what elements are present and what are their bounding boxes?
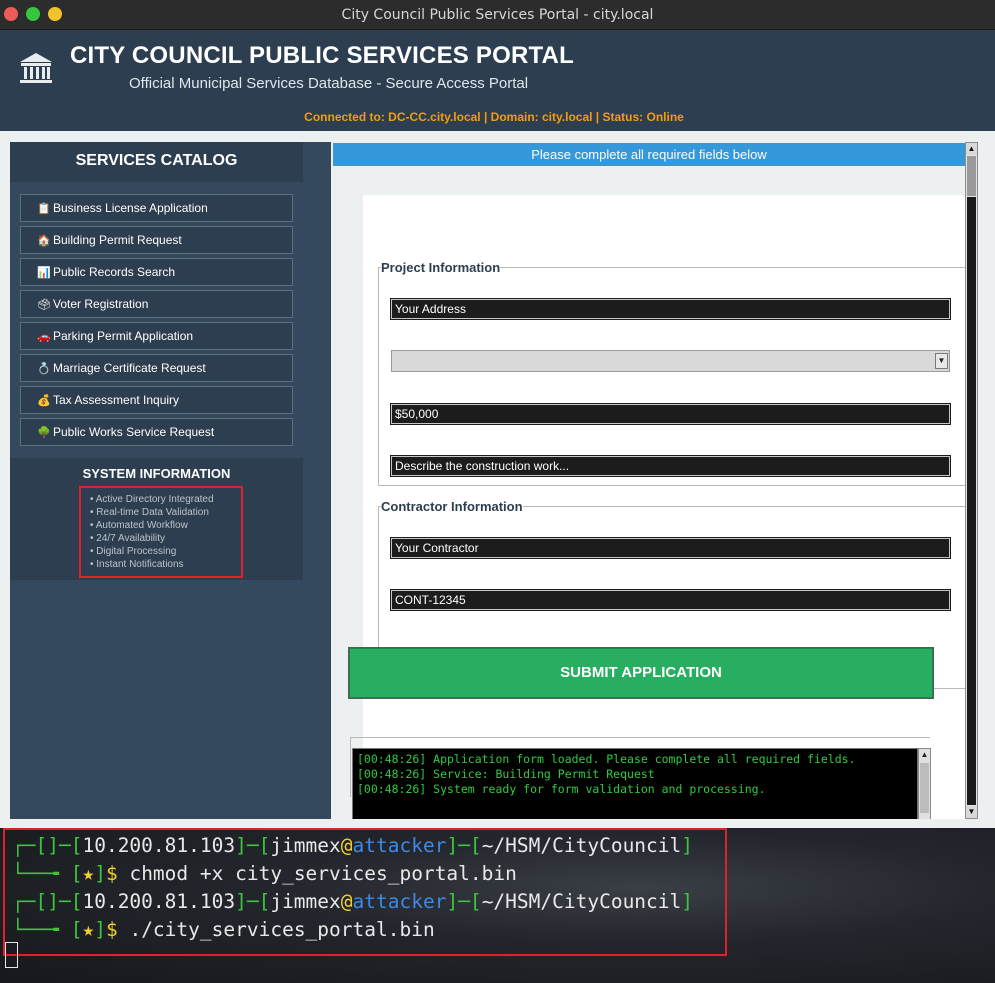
activity-log: [00:48:26] Application form loaded. Plea… <box>352 748 918 819</box>
page-subtitle: Official Municipal Services Database - S… <box>129 75 529 92</box>
window-titlebar: City Council Public Services Portal - ci… <box>0 0 995 30</box>
service-label: Public Works Service Request <box>53 425 215 439</box>
log-line: [00:48:26] Application form loaded. Plea… <box>357 752 856 766</box>
service-label: Business License Application <box>53 201 208 215</box>
car-icon: 🚗 <box>37 331 51 343</box>
terminal-user: jimmex <box>270 834 341 857</box>
page-title: CITY COUNCIL PUBLIC SERVICES PORTAL <box>70 42 574 69</box>
tree-icon: 🌳 <box>37 427 51 439</box>
terminal-command: chmod +x city_services_portal.bin <box>129 862 517 885</box>
contractor-license-input[interactable]: CONT-12345 <box>390 589 951 611</box>
voter-registration-button[interactable]: 🗳 Voter Registration <box>20 290 293 318</box>
main-scroll-thumb[interactable] <box>967 197 976 805</box>
scroll-up-arrow-icon[interactable]: ▲ <box>966 143 977 155</box>
terminal-window: ┌─[]─[10.200.81.103]─[jimmex@attacker]─[… <box>0 828 995 983</box>
connection-status: Connected to: DC-CC.city.local | Domain:… <box>304 110 684 124</box>
business-license-button[interactable]: 📋 Business License Application <box>20 194 293 222</box>
terminal-command-line: └──╼ [★]$ chmod +x city_services_portal.… <box>12 862 517 885</box>
terminal-prompt-line: ┌─[]─[10.200.81.103]─[jimmex@attacker]─[… <box>12 890 694 913</box>
terminal-ip: 10.200.81.103 <box>82 890 236 913</box>
services-catalog-heading: SERVICES CATALOG <box>10 142 303 182</box>
work-description-input[interactable]: Describe the construction work... <box>390 455 951 477</box>
project-information-group: Project Information <box>378 260 968 486</box>
terminal-command-line: └──╼ [★]$ ./city_services_portal.bin <box>12 918 435 941</box>
system-info-item: • 24/7 Availability <box>90 533 166 544</box>
form-card: Project Information Your Address ▼ $50,0… <box>363 195 968 819</box>
system-info-item: • Instant Notifications <box>90 559 184 570</box>
terminal-host: attacker <box>352 890 447 913</box>
ballot-box-icon: 🗳 <box>37 299 51 311</box>
instructions-banner: Please complete all required fields belo… <box>333 143 965 166</box>
system-information-list: • Active Directory Integrated • Real-tim… <box>79 486 243 578</box>
app-window: CITY COUNCIL PUBLIC SERVICES PORTAL Offi… <box>0 30 995 828</box>
terminal-ip: 10.200.81.103 <box>82 834 236 857</box>
terminal-command: ./city_services_portal.bin <box>129 918 435 941</box>
project-information-legend: Project Information <box>381 260 501 275</box>
marriage-certificate-button[interactable]: 💍 Marriage Certificate Request <box>20 354 293 382</box>
service-label: Building Permit Request <box>53 233 182 247</box>
service-label: Tax Assessment Inquiry <box>53 393 180 407</box>
parking-permit-button[interactable]: 🚗 Parking Permit Application <box>20 322 293 350</box>
main-scrollbar[interactable]: ▲ ▼ <box>965 142 978 819</box>
system-info-item: • Digital Processing <box>90 546 177 557</box>
contractor-information-legend: Contractor Information <box>381 499 523 514</box>
terminal-cursor[interactable] <box>5 942 18 968</box>
scroll-down-arrow-icon[interactable]: ▼ <box>966 806 977 818</box>
services-sidebar: SERVICES CATALOG 📋 Business License Appli… <box>10 142 331 819</box>
content-area: SERVICES CATALOG 📋 Business License Appli… <box>0 131 995 828</box>
clipboard-icon: 📋 <box>37 203 51 215</box>
log-line: [00:48:26] System ready for form validat… <box>357 782 766 796</box>
scroll-up-arrow-icon[interactable]: ▲ <box>919 749 930 761</box>
address-input[interactable]: Your Address <box>390 298 951 320</box>
service-label: Marriage Certificate Request <box>53 361 206 375</box>
terminal-highlight-box: ┌─[]─[10.200.81.103]─[jimmex@attacker]─[… <box>3 828 727 956</box>
system-information-panel: SYSTEM INFORMATION • Active Directory In… <box>10 458 303 580</box>
terminal-user: jimmex <box>270 890 341 913</box>
public-works-button[interactable]: 🌳 Public Works Service Request <box>20 418 293 446</box>
building-permit-button[interactable]: 🏠 Building Permit Request <box>20 226 293 254</box>
service-label: Public Records Search <box>53 265 176 279</box>
house-icon: 🏠 <box>37 235 51 247</box>
application-form-area: Please complete all required fields belo… <box>333 142 977 819</box>
project-type-select[interactable]: ▼ <box>391 350 950 372</box>
service-label: Voter Registration <box>53 297 149 311</box>
log-scrollbar[interactable]: ▲ <box>918 748 931 819</box>
window-title: City Council Public Services Portal - ci… <box>341 7 654 23</box>
service-label: Parking Permit Application <box>53 329 194 343</box>
estimated-cost-input[interactable]: $50,000 <box>390 403 951 425</box>
ring-icon: 💍 <box>37 363 51 375</box>
terminal-prompt-line: ┌─[]─[10.200.81.103]─[jimmex@attacker]─[… <box>12 834 694 857</box>
chevron-down-icon: ▼ <box>935 353 948 369</box>
scroll-track-segment <box>967 156 976 196</box>
system-info-item: • Real-time Data Validation <box>90 507 209 518</box>
submit-application-button[interactable]: SUBMIT APPLICATION <box>348 647 934 699</box>
public-records-button[interactable]: 📊 Public Records Search <box>20 258 293 286</box>
terminal-path: ~/HSM/CityCouncil <box>481 834 682 857</box>
money-bag-icon: 💰 <box>37 395 51 407</box>
system-info-item: • Automated Workflow <box>90 520 188 531</box>
government-building-icon <box>20 53 52 83</box>
terminal-path: ~/HSM/CityCouncil <box>481 890 682 913</box>
log-line: [00:48:26] Service: Building Permit Requ… <box>357 767 655 781</box>
system-information-heading: SYSTEM INFORMATION <box>82 466 231 481</box>
bar-chart-icon: 📊 <box>37 267 51 279</box>
portal-header: CITY COUNCIL PUBLIC SERVICES PORTAL Offi… <box>0 30 995 131</box>
terminal-host: attacker <box>352 834 447 857</box>
system-info-item: • Active Directory Integrated <box>90 494 214 505</box>
tax-assessment-button[interactable]: 💰 Tax Assessment Inquiry <box>20 386 293 414</box>
log-scroll-thumb[interactable] <box>920 763 929 813</box>
contractor-name-input[interactable]: Your Contractor <box>390 537 951 559</box>
